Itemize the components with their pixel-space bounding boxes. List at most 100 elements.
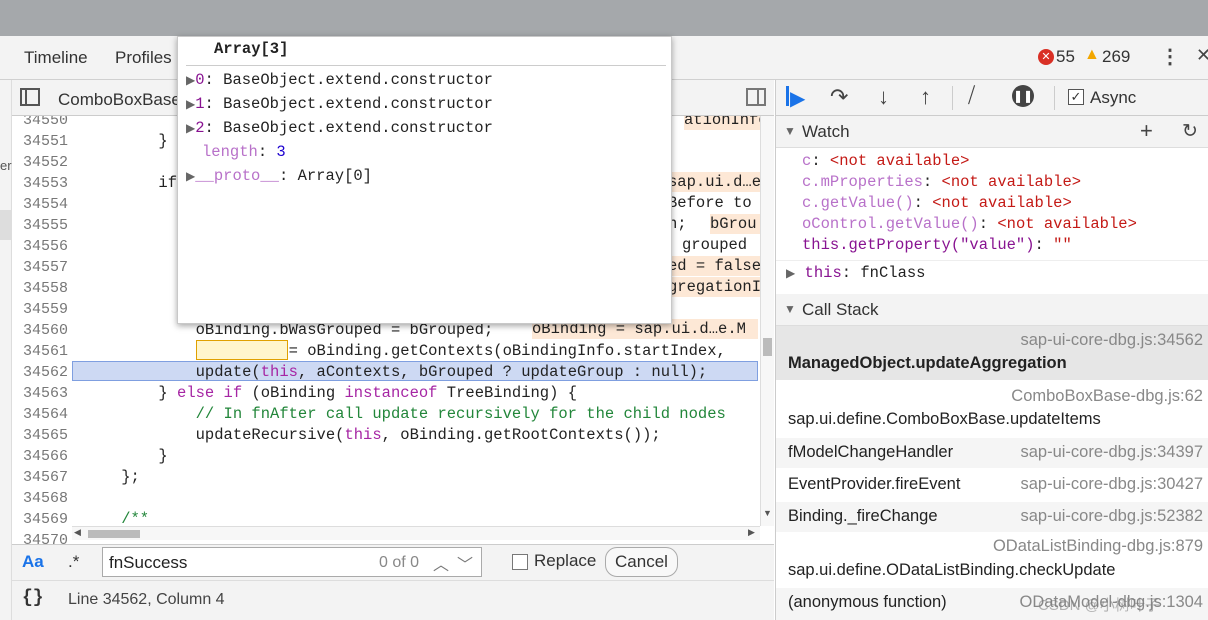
- inline-value: ationInfo: [684, 116, 764, 130]
- callstack-header[interactable]: ▼ Call Stack: [776, 294, 1208, 326]
- toggle-debugger-icon[interactable]: [746, 88, 766, 106]
- refresh-watch-icon[interactable]: ↻: [1182, 120, 1198, 143]
- line-number[interactable]: 34560: [12, 320, 70, 341]
- tab-profiles[interactable]: Profiles: [115, 48, 172, 68]
- replace-checkbox[interactable]: [512, 554, 528, 570]
- popover-item-0[interactable]: ▶0: BaseObject.extend.constructor: [186, 71, 493, 89]
- expand-triangle-icon[interactable]: ▶: [786, 267, 795, 281]
- line-number[interactable]: 34559: [12, 299, 70, 320]
- error-icon[interactable]: ✕: [1038, 49, 1054, 65]
- more-menu-icon[interactable]: ⋮: [1160, 44, 1180, 69]
- watch-this[interactable]: ▶ this: fnClass: [786, 264, 926, 282]
- watch-header[interactable]: ▼ Watch + ↻: [776, 116, 1208, 148]
- code-line: updateRecursive(this, oBinding.getRootCo…: [84, 426, 661, 444]
- line-number[interactable]: 34556: [12, 236, 70, 257]
- line-number[interactable]: 34567: [12, 467, 70, 488]
- code-line: if: [84, 174, 178, 192]
- line-number[interactable]: 34566: [12, 446, 70, 467]
- warning-icon[interactable]: ▲: [1084, 46, 1100, 64]
- watch-item[interactable]: c.getValue(): <not available>: [802, 194, 1072, 212]
- popover-divider: [186, 65, 666, 66]
- step-over-icon[interactable]: ↷: [830, 84, 848, 110]
- expand-triangle-icon[interactable]: ▶: [186, 98, 195, 112]
- line-number[interactable]: 34555: [12, 215, 70, 236]
- callstack-frame[interactable]: ODataListBinding-dbg.js:879 sap.ui.defin…: [776, 534, 1208, 588]
- regex-toggle[interactable]: .*: [68, 552, 79, 572]
- frame-function: fModelChangeHandler: [788, 443, 954, 461]
- line-number[interactable]: 34558: [12, 278, 70, 299]
- object-preview-popover[interactable]: Array[3] ▶0: BaseObject.extend.construct…: [177, 36, 672, 324]
- watch-item[interactable]: oControl.getValue(): <not available>: [802, 215, 1137, 233]
- frame-function: ManagedObject.updateAggregation: [788, 354, 1067, 372]
- expand-triangle-icon[interactable]: ▶: [186, 122, 195, 136]
- inline-value: n;: [668, 214, 704, 234]
- line-number[interactable]: 34564: [12, 404, 70, 425]
- line-number[interactable]: 34550: [12, 116, 70, 131]
- pretty-print-button[interactable]: {}: [22, 588, 44, 608]
- inline-value: gregationI: [668, 277, 764, 297]
- match-case-toggle[interactable]: Aa: [22, 552, 44, 572]
- warning-count[interactable]: 269: [1102, 47, 1130, 67]
- scroll-down-icon[interactable]: ▼: [763, 508, 772, 518]
- deactivate-breakpoints-icon[interactable]: ⧸: [968, 84, 975, 108]
- line-number[interactable]: 34551: [12, 131, 70, 152]
- inline-value: ed = false: [668, 256, 764, 276]
- editor-file-tab[interactable]: ComboBoxBase: [58, 90, 181, 110]
- watch-title: Watch: [802, 122, 850, 141]
- inline-value: grouped: [682, 235, 764, 255]
- line-number[interactable]: 34552: [12, 152, 70, 173]
- find-input[interactable]: fnSuccess: [109, 553, 187, 573]
- callstack-frame[interactable]: Binding._fireChange sap-ui-core-dbg.js:5…: [776, 502, 1208, 532]
- resume-icon[interactable]: ▶: [790, 86, 805, 111]
- line-number[interactable]: 34557: [12, 257, 70, 278]
- line-number[interactable]: 34565: [12, 425, 70, 446]
- scroll-right-icon[interactable]: ▶: [748, 527, 755, 538]
- close-devtools-icon[interactable]: ✕: [1196, 45, 1208, 66]
- line-number[interactable]: 34563: [12, 383, 70, 404]
- watch-item[interactable]: this.getProperty("value"): "": [802, 236, 1072, 254]
- watch-item[interactable]: c.mProperties: <not available>: [802, 173, 1081, 191]
- line-number[interactable]: 34568: [12, 488, 70, 509]
- error-count[interactable]: 55: [1056, 47, 1075, 67]
- line-number[interactable]: 34570: [12, 530, 70, 544]
- cancel-button[interactable]: Cancel: [605, 547, 678, 577]
- step-out-icon[interactable]: ↑: [920, 84, 931, 110]
- find-input-box[interactable]: fnSuccess 0 of 0 ︿ ﹀: [102, 547, 482, 577]
- line-number[interactable]: 34569: [12, 509, 70, 530]
- add-watch-icon[interactable]: +: [1140, 118, 1153, 144]
- line-number[interactable]: 34553: [12, 173, 70, 194]
- watermark: CSDN @小树叶子: [1038, 597, 1160, 614]
- pause-on-exceptions-icon[interactable]: ❚❚: [1012, 85, 1034, 107]
- callstack-frame-selected[interactable]: sap-ui-core-dbg.js:34562 ManagedObject.u…: [776, 326, 1208, 380]
- hscroll-thumb[interactable]: [88, 530, 140, 538]
- horizontal-scrollbar[interactable]: ◀ ▶: [72, 526, 760, 540]
- tab-timeline[interactable]: Timeline: [24, 48, 88, 68]
- callstack-frame[interactable]: ComboBoxBase-dbg.js:62 sap.ui.define.Com…: [776, 382, 1208, 436]
- callstack-frame[interactable]: EventProvider.fireEvent sap-ui-core-dbg.…: [776, 470, 1208, 500]
- line-number[interactable]: 34562: [12, 362, 70, 383]
- scrollbar-thumb[interactable]: [763, 338, 772, 356]
- code-line: }: [84, 132, 168, 150]
- watch-divider: [776, 260, 1208, 261]
- vertical-scrollbar[interactable]: ▼: [760, 116, 774, 526]
- step-into-icon[interactable]: ↓: [878, 84, 889, 110]
- find-next-icon[interactable]: ﹀: [457, 551, 473, 575]
- async-checkbox[interactable]: ✓: [1068, 89, 1084, 105]
- watch-item[interactable]: c: <not available>: [802, 152, 969, 170]
- popover-proto[interactable]: ▶__proto__: Array[0]: [186, 167, 372, 185]
- line-number[interactable]: 34554: [12, 194, 70, 215]
- find-previous-icon[interactable]: ︿: [433, 551, 449, 575]
- popover-item-2[interactable]: ▶2: BaseObject.extend.constructor: [186, 119, 493, 137]
- toggle-navigator-icon[interactable]: [20, 88, 40, 106]
- expand-triangle-icon[interactable]: ▶: [186, 74, 195, 88]
- popover-length: length: 3: [202, 143, 286, 161]
- scroll-left-icon[interactable]: ◀: [74, 527, 81, 538]
- code-line: // In fnAfter call update recursively fo…: [84, 405, 726, 423]
- popover-title: Array[3]: [214, 40, 289, 58]
- callstack-frame[interactable]: fModelChangeHandler sap-ui-core-dbg.js:3…: [776, 438, 1208, 468]
- expand-triangle-icon[interactable]: ▶: [186, 170, 195, 184]
- popover-item-1[interactable]: ▶1: BaseObject.extend.constructor: [186, 95, 493, 113]
- line-number[interactable]: 34561: [12, 341, 70, 362]
- collapse-triangle-icon[interactable]: ▼: [784, 302, 796, 316]
- collapse-triangle-icon[interactable]: ▼: [784, 124, 796, 138]
